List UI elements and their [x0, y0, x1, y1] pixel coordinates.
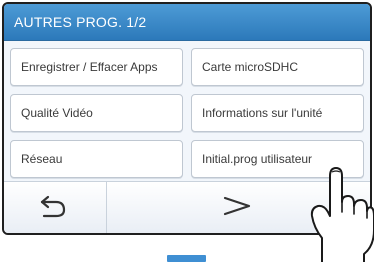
menu-button-label: Réseau — [21, 152, 63, 166]
menu-button-label: Qualité Vidéo — [21, 106, 93, 120]
menu-button-microsdhc-card[interactable]: Carte microSDHC — [191, 48, 364, 86]
menu-button-label: Informations sur l'unité — [202, 106, 323, 120]
menu-button-label: Carte microSDHC — [202, 60, 299, 74]
menu-button-label: Enregistrer / Effacer Apps — [21, 60, 158, 74]
menu-button-video-quality[interactable]: Qualité Vidéo — [10, 94, 183, 132]
menu-button-unit-information[interactable]: Informations sur l'unité — [191, 94, 364, 132]
header-bar: AUTRES PROG. 1/2 — [4, 4, 370, 41]
back-button[interactable] — [4, 182, 107, 233]
back-arrow-icon — [40, 195, 66, 218]
page-title: AUTRES PROG. 1/2 — [14, 14, 147, 30]
menu-button-record-delete-apps[interactable]: Enregistrer / Effacer Apps — [10, 48, 183, 86]
menu-button-network[interactable]: Réseau — [10, 140, 183, 178]
pointing-hand-icon — [310, 167, 374, 262]
page-indicator — [167, 255, 206, 262]
menu-button-label: Initial.prog utilisateur — [202, 152, 313, 166]
